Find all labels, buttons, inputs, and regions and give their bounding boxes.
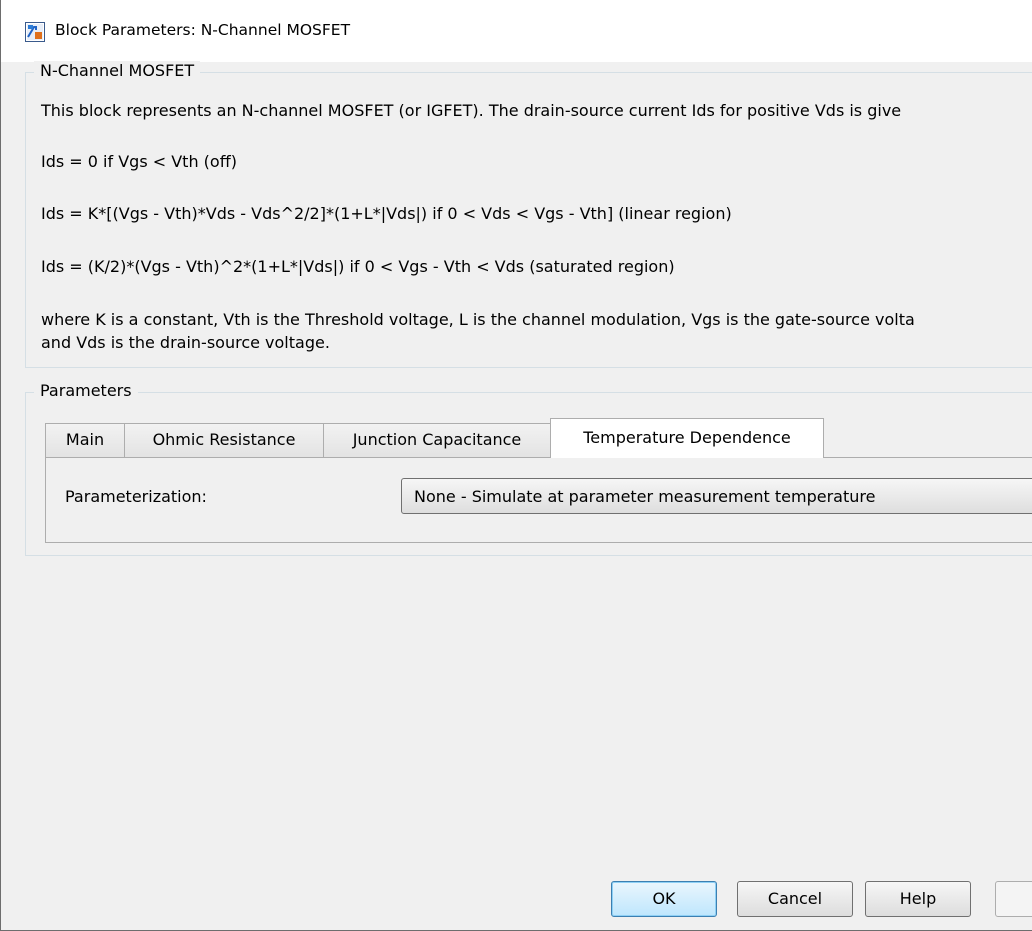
simulink-block-icon <box>25 22 45 42</box>
tab-junction-capacitance[interactable]: Junction Capacitance <box>323 423 551 457</box>
tab-ohmic-resistance[interactable]: Ohmic Resistance <box>124 423 324 457</box>
parameters-group-title: Parameters <box>34 381 138 400</box>
tab-temperature-dependence[interactable]: Temperature Dependence <box>550 418 824 458</box>
window-title: Block Parameters: N-Channel MOSFET <box>55 21 351 39</box>
tab-main[interactable]: Main <box>45 423 125 457</box>
block-parameters-dialog: Block Parameters: N-Channel MOSFET N-Cha… <box>0 0 1032 931</box>
description-line: and Vds is the drain-source voltage. <box>41 333 330 352</box>
description-line: where K is a constant, Vth is the Thresh… <box>41 310 915 329</box>
help-button[interactable]: Help <box>865 881 971 917</box>
ok-button[interactable]: OK <box>611 881 717 917</box>
description-line: Ids = K*[(Vgs - Vth)*Vds - Vds^2/2]*(1+L… <box>41 204 732 223</box>
apply-button[interactable]: A <box>995 881 1032 917</box>
parameterization-selected-value: None - Simulate at parameter measurement… <box>414 487 876 506</box>
description-line: Ids = 0 if Vgs < Vth (off) <box>41 152 237 171</box>
description-line: Ids = (K/2)*(Vgs - Vth)^2*(1+L*|Vds|) if… <box>41 257 675 276</box>
description-group-title: N-Channel MOSFET <box>34 61 201 80</box>
parameterization-label: Parameterization: <box>65 487 207 506</box>
title-bar[interactable]: Block Parameters: N-Channel MOSFET <box>1 0 1032 62</box>
parameterization-dropdown[interactable]: None - Simulate at parameter measurement… <box>401 478 1032 514</box>
cancel-button[interactable]: Cancel <box>737 881 853 917</box>
description-line: This block represents an N-channel MOSFE… <box>41 101 902 120</box>
